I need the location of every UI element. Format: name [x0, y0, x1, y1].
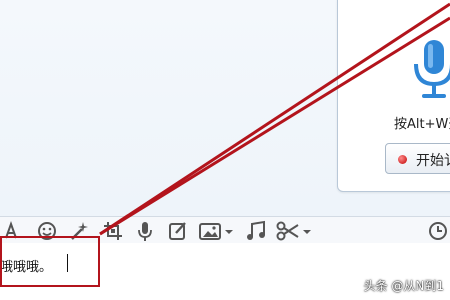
scissors-icon[interactable]	[276, 220, 314, 242]
screenshot-icon[interactable]	[102, 220, 126, 242]
start-voice-button[interactable]: 开始讠	[385, 143, 450, 174]
image-icon[interactable]	[199, 220, 235, 242]
music-icon[interactable]	[245, 220, 267, 242]
record-dot-icon	[398, 155, 407, 164]
annotation-highlight-box	[0, 236, 100, 287]
edit-icon[interactable]	[168, 220, 188, 242]
voice-icon[interactable]	[137, 220, 153, 242]
history-icon[interactable]	[428, 220, 448, 242]
watermark: 头条 @从N到1	[363, 279, 444, 293]
start-voice-button-label: 开始讠	[416, 153, 450, 169]
microphone-icon[interactable]	[406, 38, 450, 102]
voice-hotkey-hint: 按Alt+W开	[394, 117, 450, 132]
